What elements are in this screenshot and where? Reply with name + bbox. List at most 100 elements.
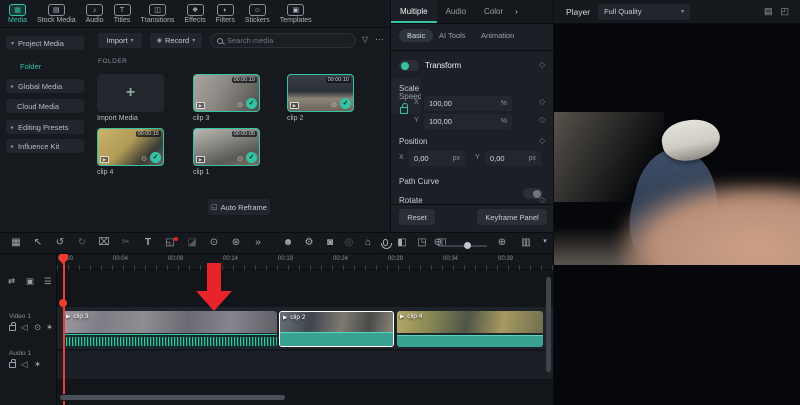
import-media-tile[interactable]: + bbox=[97, 74, 164, 112]
sidebar-item-editing-presets[interactable]: ▸ Editing Presets bbox=[6, 120, 84, 134]
playhead-handle[interactable] bbox=[59, 254, 68, 264]
tab-stock-media[interactable]: ▤ Stock Media bbox=[33, 3, 80, 25]
subtab-ai-tools[interactable]: AI Tools bbox=[439, 31, 466, 40]
mute-icon[interactable]: ◁ bbox=[21, 322, 28, 333]
tab-filters[interactable]: ◐ Filters bbox=[212, 3, 239, 25]
audio-track-lane[interactable] bbox=[57, 351, 553, 379]
tab-audio[interactable]: ♪ Audio bbox=[82, 3, 108, 25]
keyframe-diamond-icon[interactable]: ◇ bbox=[539, 195, 545, 204]
tab-multiple[interactable]: Multiple bbox=[391, 0, 437, 23]
sidebar-item-cloud-media[interactable]: Cloud Media bbox=[6, 99, 84, 113]
split-icon[interactable]: ✂ bbox=[118, 237, 134, 248]
tab-media[interactable]: ▦ Media bbox=[4, 3, 31, 25]
position-y-input[interactable] bbox=[490, 154, 520, 163]
scale-y-field[interactable]: % bbox=[424, 114, 512, 129]
timeline-zoom-handle[interactable] bbox=[464, 242, 471, 249]
film-roll-icon[interactable]: ▤ bbox=[764, 6, 773, 17]
microphone-icon[interactable] bbox=[381, 239, 392, 249]
tab-audio-props[interactable]: Audio bbox=[437, 0, 475, 23]
media-thumbnail-clip1[interactable]: 00:00:05 ▶ ⊙ ✓ bbox=[193, 128, 260, 166]
track-link-icon[interactable]: ⇄ bbox=[8, 276, 15, 287]
select-tool-icon[interactable]: ↖ bbox=[30, 237, 46, 248]
transform-toggle[interactable] bbox=[399, 60, 419, 71]
horizontal-scrollbar[interactable] bbox=[60, 395, 285, 400]
chevron-down-icon[interactable]: ▾ bbox=[537, 237, 553, 245]
auto-reframe-button[interactable]: ◱ Auto Reframe bbox=[208, 199, 270, 215]
search-input[interactable] bbox=[227, 36, 337, 45]
position-x-field[interactable]: px bbox=[409, 151, 465, 166]
camcorder-icon[interactable]: ◙ bbox=[322, 237, 338, 248]
eye-icon[interactable]: ⊙ bbox=[34, 322, 41, 333]
undo-icon[interactable]: ↺ bbox=[52, 237, 68, 248]
shield-mask-icon[interactable]: ⌂ bbox=[360, 237, 376, 248]
tab-stickers[interactable]: ☺ Stickers bbox=[241, 3, 274, 25]
mute-icon[interactable]: ◁ bbox=[21, 359, 28, 370]
keyframe-diamond-icon[interactable]: ◇ bbox=[539, 136, 545, 145]
import-button[interactable]: Import ▾ bbox=[98, 33, 142, 48]
effects-gear-icon[interactable]: ⚙ bbox=[301, 237, 317, 248]
keyframe-diamond-icon[interactable]: ◇ bbox=[539, 60, 545, 69]
zoom-in-icon[interactable]: ⊕ bbox=[494, 237, 510, 248]
sidebar-item-project-media[interactable]: ▾ Project Media bbox=[6, 36, 84, 50]
subtab-basic[interactable]: Basic bbox=[399, 29, 434, 42]
filter-icon[interactable]: ▽ bbox=[362, 35, 368, 44]
keyframe-panel-button[interactable]: Keyframe Panel bbox=[477, 209, 547, 225]
tab-titles[interactable]: T Titles bbox=[110, 3, 135, 25]
scale-x-input[interactable] bbox=[429, 99, 475, 108]
export-frame-icon[interactable]: ◳ bbox=[414, 237, 430, 248]
timeline-ruler[interactable]: 00:00 00:04 00:09 00:14 00:19 00:24 00:2… bbox=[57, 254, 553, 270]
screen-record-icon[interactable]: ◧ bbox=[394, 237, 410, 248]
lock-icon[interactable] bbox=[9, 322, 16, 331]
preview-panel-icon[interactable]: ◰ bbox=[780, 6, 789, 17]
more-options-icon[interactable]: ⋯ bbox=[375, 34, 384, 45]
media-type-icon: ▶ bbox=[100, 156, 109, 163]
track-menu-icon[interactable]: ☰ bbox=[44, 276, 52, 287]
sidebar-item-folder[interactable]: Folder bbox=[20, 62, 41, 71]
reset-button[interactable]: Reset bbox=[399, 209, 435, 225]
position-label: Position bbox=[399, 137, 428, 146]
magic-wand-icon[interactable]: ✶ bbox=[46, 322, 53, 333]
keyframe-diamond-icon[interactable]: ◇ bbox=[539, 115, 545, 124]
mask-icon[interactable]: ◪ bbox=[184, 237, 200, 248]
media-thumbnail-clip4[interactable]: 00:00:15 ▶ ⊙ ✓ bbox=[97, 128, 164, 166]
expand-arrow-icon: ▸ bbox=[11, 124, 15, 131]
keyframe-diamond-icon[interactable]: ◇ bbox=[539, 97, 545, 106]
redo-icon[interactable]: ↻ bbox=[74, 237, 90, 248]
render-preview-icon[interactable]: ⊛ bbox=[228, 237, 244, 248]
speed-ramp-icon[interactable]: ⊙ bbox=[206, 237, 222, 248]
media-thumbnail-clip3[interactable]: 00:00:19 ▶ ⊙ ✓ bbox=[193, 74, 260, 112]
scale-lock-icon[interactable] bbox=[400, 103, 408, 114]
tab-transitions[interactable]: ◫ Transitions bbox=[137, 3, 179, 25]
vertical-scrollbar[interactable] bbox=[546, 277, 551, 372]
scale-x-field[interactable]: % bbox=[424, 96, 512, 111]
media-view-icon[interactable]: ▦ bbox=[8, 237, 24, 248]
record-disc-icon[interactable]: ◎ bbox=[341, 237, 357, 248]
quality-dropdown[interactable]: Full Quality ▾ bbox=[598, 3, 691, 20]
position-x-input[interactable] bbox=[414, 154, 444, 163]
lock-icon[interactable] bbox=[9, 359, 16, 368]
voice-avatar-icon[interactable]: ☻ bbox=[280, 237, 296, 248]
tab-scroll-right-icon[interactable]: › bbox=[512, 0, 521, 23]
timeline-clip-2-selected[interactable]: ▶ clip 2 bbox=[279, 311, 394, 347]
position-y-field[interactable]: px bbox=[485, 151, 541, 166]
keyframe-track-icon[interactable]: ▣ bbox=[26, 276, 34, 287]
media-thumbnail-clip2[interactable]: 00:00:10 ▶ ⊙ ✓ bbox=[287, 74, 354, 112]
tab-effects[interactable]: ❖ Effects bbox=[181, 3, 210, 25]
sidebar-item-global-media[interactable]: ▸ Global Media bbox=[6, 79, 84, 93]
scale-y-input[interactable] bbox=[429, 117, 475, 126]
sidebar-item-influence-kit[interactable]: ▸ Influence Kit bbox=[6, 139, 84, 153]
search-box[interactable] bbox=[210, 33, 356, 48]
delete-icon[interactable]: ⌧ bbox=[96, 237, 112, 248]
tab-color[interactable]: Color bbox=[475, 0, 512, 23]
subtab-animation[interactable]: Animation bbox=[481, 31, 514, 40]
text-tool-icon[interactable]: T bbox=[140, 237, 156, 248]
timeline-clip-3[interactable]: ▶ clip 3 bbox=[63, 311, 277, 347]
playhead-line[interactable] bbox=[63, 254, 65, 405]
record-button[interactable]: ◉ Record ▾ bbox=[150, 33, 202, 48]
more-tools-icon[interactable]: » bbox=[250, 237, 266, 248]
tab-templates[interactable]: ▣ Templates bbox=[276, 3, 316, 25]
magic-wand-icon[interactable]: ✶ bbox=[34, 359, 41, 370]
clip-name-overlay: ▶ clip 4 bbox=[400, 313, 423, 320]
timeline-clip-4[interactable]: ▶ clip 4 bbox=[397, 311, 543, 347]
track-height-icon[interactable]: ▥ bbox=[518, 237, 534, 248]
